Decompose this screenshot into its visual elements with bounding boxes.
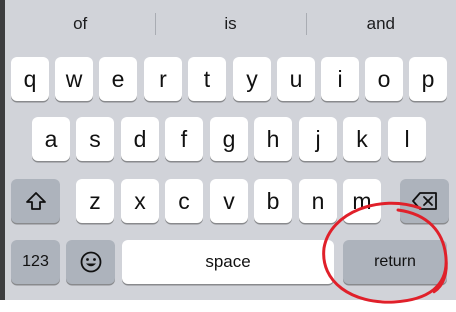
suggestion-1[interactable]: of: [5, 0, 155, 47]
key-c[interactable]: c: [165, 179, 203, 223]
key-s[interactable]: s: [76, 117, 114, 161]
key-x[interactable]: x: [121, 179, 159, 223]
key-w[interactable]: w: [55, 57, 93, 101]
key-f[interactable]: f: [165, 117, 203, 161]
key-l[interactable]: l: [388, 117, 426, 161]
key-u[interactable]: u: [277, 57, 315, 101]
key-z[interactable]: z: [76, 179, 114, 223]
return-key[interactable]: return: [343, 240, 447, 284]
key-m[interactable]: m: [343, 179, 381, 223]
key-a[interactable]: a: [32, 117, 70, 161]
suggestion-2[interactable]: is: [155, 0, 305, 47]
key-v[interactable]: v: [210, 179, 248, 223]
delete-icon: [411, 192, 437, 210]
suggestion-3[interactable]: and: [305, 0, 456, 47]
key-p[interactable]: p: [409, 57, 447, 101]
delete-key[interactable]: [400, 179, 449, 223]
key-t[interactable]: t: [188, 57, 226, 101]
emoji-icon: [80, 251, 101, 273]
key-o[interactable]: o: [365, 57, 403, 101]
key-y[interactable]: y: [233, 57, 271, 101]
key-h[interactable]: h: [254, 117, 292, 161]
numbers-key[interactable]: 123: [11, 240, 60, 284]
shift-icon: [25, 192, 46, 210]
key-q[interactable]: q: [11, 57, 49, 101]
key-j[interactable]: j: [299, 117, 337, 161]
key-b[interactable]: b: [254, 179, 292, 223]
key-n[interactable]: n: [299, 179, 337, 223]
key-i[interactable]: i: [321, 57, 359, 101]
emoji-key[interactable]: [66, 240, 115, 284]
suggestion-bar: of is and: [5, 0, 456, 47]
key-r[interactable]: r: [144, 57, 182, 101]
space-key[interactable]: space: [122, 240, 334, 284]
shift-key[interactable]: [11, 179, 60, 223]
key-e[interactable]: e: [99, 57, 137, 101]
key-g[interactable]: g: [210, 117, 248, 161]
key-d[interactable]: d: [121, 117, 159, 161]
keyboard: of is and q w e r t y u i o p a s d f g …: [5, 0, 456, 300]
key-k[interactable]: k: [343, 117, 381, 161]
